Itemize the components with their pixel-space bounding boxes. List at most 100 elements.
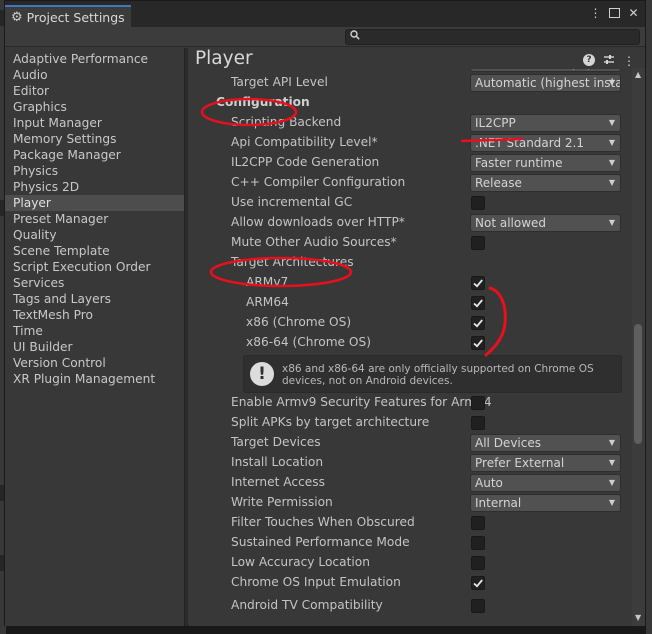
dropdown-value: Faster runtime: [475, 156, 563, 170]
setting-label: Target Architectures: [231, 255, 354, 269]
minimum-api-level-dropdown[interactable]: Android 5.1 Lollipop (A▼: [470, 69, 621, 72]
setting-row-sustained-performance-mode: Sustained Performance Mode: [210, 533, 624, 553]
setting-label: ARM64: [246, 295, 289, 309]
api-compatibility-level-dropdown[interactable]: .NET Standard 2.1 ▼: [470, 134, 621, 152]
scrollbar-thumb[interactable]: [634, 324, 642, 444]
sidebar-item-physics-2d[interactable]: Physics 2D: [5, 179, 184, 195]
setting-row-c-compiler-configuration: C++ Compiler Configuration Release ▼: [210, 173, 624, 193]
setting-label: x86-64 (Chrome OS): [246, 335, 372, 349]
background-panel-right: [646, 0, 652, 634]
setting-label: Write Permission: [231, 495, 333, 509]
write-permission-dropdown[interactable]: Internal ▼: [470, 494, 621, 512]
sidebar-item-preset-manager[interactable]: Preset Manager: [5, 211, 184, 227]
sidebar-item-textmesh-pro[interactable]: TextMesh Pro: [5, 307, 184, 323]
help-icon[interactable]: ?: [583, 54, 595, 66]
checkmark-icon: [473, 339, 483, 348]
sidebar-item-tags-and-layers[interactable]: Tags and Layers: [5, 291, 184, 307]
x86-chrome-os-checkbox[interactable]: [471, 316, 485, 330]
sidebar-item-package-manager[interactable]: Package Manager: [5, 147, 184, 163]
setting-row-target-devices: Target Devices All Devices ▼: [210, 433, 624, 453]
scroll-up-icon[interactable]: ▲: [635, 70, 641, 79]
setting-label: Chrome OS Input Emulation: [231, 575, 401, 589]
title-bar: ⚙ Project Settings ⋮ ✕: [5, 1, 645, 27]
setting-row-x86-64-chrome-os: x86-64 (Chrome OS): [210, 333, 624, 353]
window-tab[interactable]: ⚙ Project Settings: [5, 5, 131, 27]
filter-touches-when-obscured-checkbox[interactable]: [471, 516, 485, 530]
player-settings-panel: Player ? ⋮ Minimum API LevelAndroid 5.1 …: [189, 48, 645, 626]
maximize-icon[interactable]: [607, 6, 622, 21]
section-header[interactable]: Configuration: [216, 95, 310, 109]
setting-label: Use incremental GC: [231, 195, 353, 209]
setting-label: Android TV Compatibility: [231, 598, 383, 612]
c-compiler-configuration-dropdown[interactable]: Release ▼: [470, 174, 621, 192]
arm64-checkbox[interactable]: [471, 296, 485, 310]
window-title: Project Settings: [26, 9, 125, 25]
mute-other-audio-sources-checkbox[interactable]: [471, 236, 485, 250]
sidebar-item-audio[interactable]: Audio: [5, 67, 184, 83]
allow-downloads-over-http-dropdown[interactable]: Not allowed ▼: [470, 214, 621, 232]
setting-row-arm64: ARM64: [210, 293, 624, 313]
use-incremental-gc-checkbox[interactable]: [471, 196, 485, 210]
gear-icon: ⚙: [11, 9, 23, 25]
setting-label: IL2CPP Code Generation: [231, 155, 380, 169]
sidebar-item-graphics[interactable]: Graphics: [5, 99, 184, 115]
more-icon[interactable]: ⋮: [623, 54, 635, 69]
setting-row-armv7: ARMv7: [210, 273, 624, 293]
x86-64-chrome-os-checkbox[interactable]: [471, 336, 485, 350]
splitter[interactable]: [185, 48, 188, 626]
setting-row-allow-downloads-over-http: Allow downloads over HTTP* Not allowed ▼: [210, 213, 624, 233]
search-input[interactable]: [345, 29, 640, 45]
preset-icon[interactable]: [603, 54, 615, 69]
sidebar-item-services[interactable]: Services: [5, 275, 184, 291]
project-settings-window: ⚙ Project Settings ⋮ ✕ Adaptive Performa…: [4, 0, 646, 626]
setting-label: Scripting Backend: [231, 115, 342, 129]
sidebar-item-memory-settings[interactable]: Memory Settings: [5, 131, 184, 147]
enable-armv9-security-features-for-arm64-checkbox[interactable]: [471, 396, 485, 410]
internet-access-dropdown[interactable]: Auto ▼: [470, 474, 621, 492]
more-options-icon[interactable]: ⋮: [588, 6, 603, 21]
sidebar-item-version-control[interactable]: Version Control: [5, 355, 184, 371]
vertical-scrollbar[interactable]: ▲ ▼: [632, 68, 645, 626]
split-apks-by-target-architecture-checkbox[interactable]: [471, 416, 485, 430]
help-box: ! x86 and x86-64 are only officially supp…: [243, 355, 622, 393]
sidebar-item-script-execution-order[interactable]: Script Execution Order: [5, 259, 184, 275]
dropdown-value: Automatic (highest insta: [475, 76, 621, 90]
low-accuracy-location-checkbox[interactable]: [471, 556, 485, 570]
sustained-performance-mode-checkbox[interactable]: [471, 536, 485, 550]
setting-label: Sustained Performance Mode: [231, 535, 410, 549]
sidebar-item-scene-template[interactable]: Scene Template: [5, 243, 184, 259]
scripting-backend-dropdown[interactable]: IL2CPP ▼: [470, 114, 621, 132]
install-location-dropdown[interactable]: Prefer External ▼: [470, 454, 621, 472]
setting-label: Enable Armv9 Security Features for Arm64: [231, 395, 492, 409]
sidebar-item-time[interactable]: Time: [5, 323, 184, 339]
setting-label: C++ Compiler Configuration: [231, 175, 406, 189]
settings-sidebar: Adaptive Performance Audio Editor Graphics I…: [5, 48, 185, 626]
sidebar-item-input-manager[interactable]: Input Manager: [5, 115, 184, 131]
setting-row-x86-chrome-os: x86 (Chrome OS): [210, 313, 624, 333]
sidebar-item-editor[interactable]: Editor: [5, 83, 184, 99]
sidebar-item-quality[interactable]: Quality: [5, 227, 184, 243]
chevron-down-icon: ▼: [608, 78, 615, 87]
scroll-down-icon[interactable]: ▼: [635, 613, 641, 622]
sidebar-item-xr-plugin-management[interactable]: XR Plugin Management: [5, 371, 184, 387]
target-api-level-dropdown[interactable]: Automatic (highest insta ▼: [470, 74, 621, 92]
target-devices-dropdown[interactable]: All Devices ▼: [470, 434, 621, 452]
dropdown-value: Auto: [475, 476, 503, 490]
setting-row-chrome-os-input-emulation: Chrome OS Input Emulation: [210, 573, 624, 593]
armv7-checkbox[interactable]: [471, 276, 485, 290]
setting-label: Target API Level: [231, 75, 328, 89]
il2cpp-code-generation-dropdown[interactable]: Faster runtime ▼: [470, 154, 621, 172]
sidebar-item-player[interactable]: Player: [5, 195, 184, 211]
dropdown-value: Not allowed: [475, 216, 547, 230]
checkmark-icon: [473, 319, 483, 328]
chevron-down-icon: ▼: [608, 478, 615, 487]
chevron-down-icon: ▼: [608, 458, 615, 467]
close-icon[interactable]: ✕: [626, 6, 641, 21]
chrome-os-input-emulation-checkbox[interactable]: [471, 576, 485, 590]
setting-row-split-apks-by-target-architecture: Split APKs by target architecture: [210, 413, 624, 433]
sidebar-item-physics[interactable]: Physics: [5, 163, 184, 179]
sidebar-item-ui-builder[interactable]: UI Builder: [5, 339, 184, 355]
sidebar-item-adaptive-performance[interactable]: Adaptive Performance: [5, 51, 184, 67]
android-tv-compatibility-checkbox[interactable]: [471, 599, 485, 613]
help-box-text: x86 and x86-64 are only officially suppo…: [282, 363, 594, 387]
